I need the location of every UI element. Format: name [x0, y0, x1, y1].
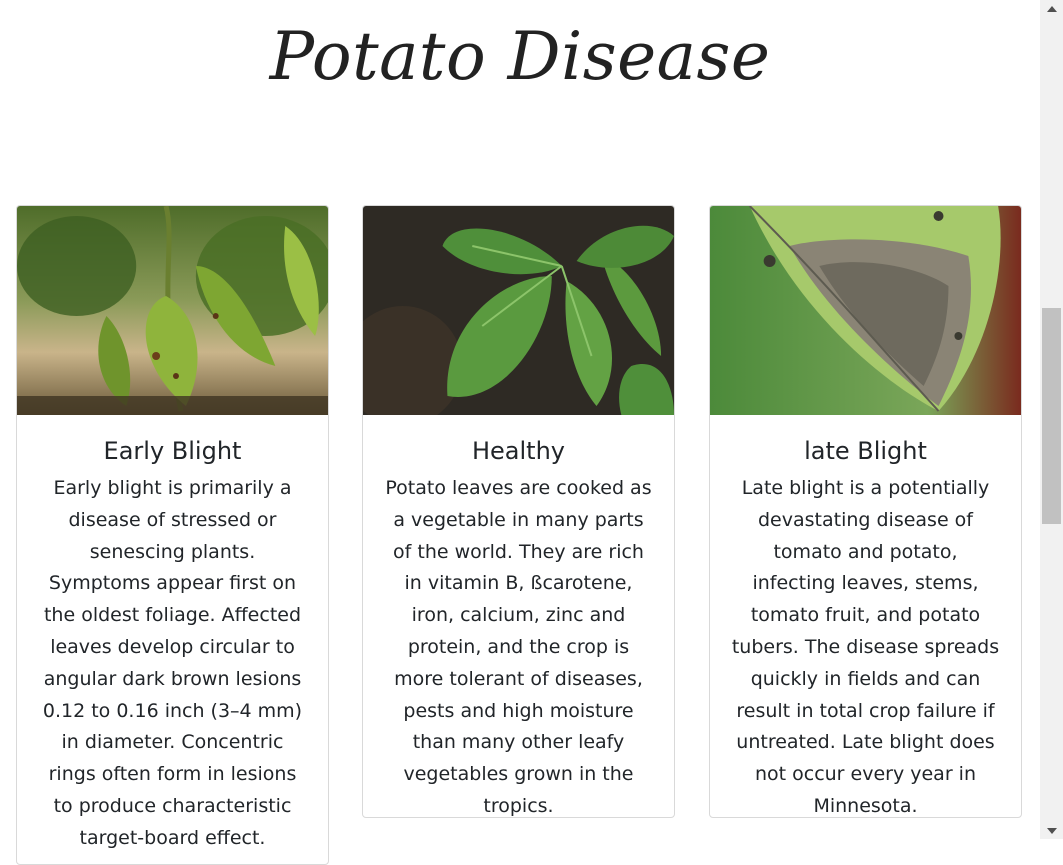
card-text-early-blight: Early blight is primarily a disease of s… [42, 477, 303, 849]
scrollbar-thumb[interactable] [1042, 308, 1061, 524]
card-title-early-blight: Early Blight [103, 437, 242, 465]
card-late-blight: late Blight Late blight is a potentially… [709, 205, 1022, 818]
card-text-late-blight: Late blight is a potentially devastating… [731, 477, 1000, 817]
early-blight-image [17, 206, 328, 415]
card-healthy: Healthy Potato leaves are cooked as a ve… [362, 205, 675, 818]
late-blight-image [710, 206, 1021, 415]
card-text-healthy: Potato leaves are cooked as a vegetable … [385, 477, 652, 817]
scroll-down-arrow-icon[interactable] [1040, 822, 1063, 839]
card-early-blight: Early Blight Early blight is primarily a… [16, 205, 329, 865]
healthy-image [363, 206, 674, 415]
card-title-healthy: Healthy [471, 437, 565, 465]
card-title-late-blight: late Blight [804, 437, 927, 465]
page-title: Potato Disease [269, 18, 771, 95]
scroll-up-arrow-icon[interactable] [1040, 0, 1063, 17]
vertical-scrollbar[interactable] [1040, 0, 1063, 839]
